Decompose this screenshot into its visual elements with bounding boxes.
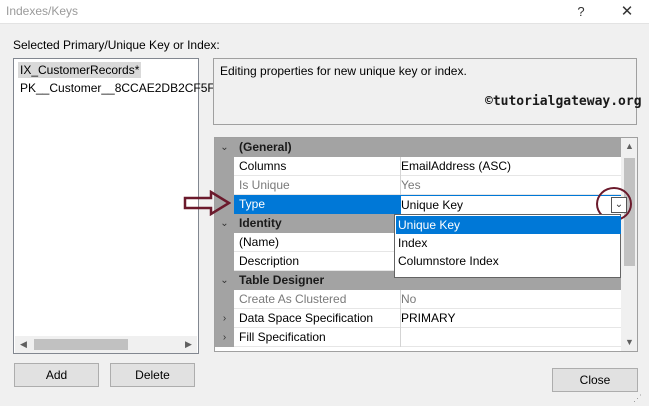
value-text: PRIMARY [401, 311, 456, 325]
add-button[interactable]: Add [14, 363, 99, 387]
property-data-space[interactable]: › Data Space Specification PRIMARY [215, 309, 621, 328]
scroll-down-icon[interactable]: ▼ [621, 334, 637, 351]
help-button[interactable]: ? [566, 0, 596, 24]
property-is-unique[interactable]: Is Unique Yes [215, 176, 621, 195]
value-text: No [401, 292, 417, 306]
collapse-icon[interactable]: ⌄ [215, 271, 234, 290]
category-general[interactable]: ⌄ (General) [215, 138, 621, 157]
property-value[interactable]: Unique Key [400, 195, 623, 216]
property-columns[interactable]: Columns EmailAddress (ASC) [215, 157, 621, 176]
scroll-left-icon[interactable]: ◀ [15, 336, 32, 353]
key-item-ix-customerrecords[interactable]: IX_CustomerRecords* [18, 62, 142, 78]
expand-icon[interactable]: › [215, 309, 234, 328]
property-type[interactable]: Type Unique Key [215, 195, 623, 216]
dropdown-option[interactable]: Unique Key [396, 216, 621, 234]
property-name: Type [234, 195, 400, 214]
close-window-icon[interactable]: ✕ [612, 0, 642, 24]
property-name: Is Unique [239, 178, 290, 192]
row-gutter [215, 252, 234, 271]
dropdown-option[interactable]: Columnstore Index [396, 252, 621, 270]
property-value[interactable]: No [400, 290, 622, 309]
key-list[interactable]: IX_CustomerRecords* PK__Customer__8CCAE2… [13, 58, 215, 354]
row-gutter [215, 233, 234, 252]
category-label: Identity [239, 216, 282, 230]
collapse-icon[interactable]: ⌄ [215, 214, 234, 233]
delete-button[interactable]: Delete [110, 363, 195, 387]
resize-grip-icon[interactable]: ⋰ [633, 393, 645, 405]
row-gutter [215, 290, 234, 309]
property-name: Description [239, 254, 300, 268]
key-item-pk-customer[interactable]: PK__Customer__8CCAE2DB2CF5F [18, 80, 217, 96]
window-title: Indexes/Keys [6, 4, 79, 18]
property-fill-spec[interactable]: › Fill Specification [215, 328, 621, 347]
selected-key-label: Selected Primary/Unique Key or Index: [13, 38, 220, 52]
description-text: Editing properties for new unique key or… [220, 64, 467, 78]
dropdown-option[interactable]: Index [396, 234, 621, 252]
category-label: (General) [239, 140, 292, 154]
watermark: ©tutorialgateway.org [485, 94, 642, 109]
expand-icon[interactable]: › [215, 328, 234, 347]
title-bar: Indexes/Keys ? ✕ [0, 0, 649, 24]
property-value[interactable] [400, 328, 622, 347]
horizontal-scrollbar[interactable]: ◀ ▶ [15, 336, 197, 353]
property-value[interactable]: PRIMARY [400, 309, 622, 328]
annotation-arrow-icon [183, 190, 231, 216]
property-name: Data Space Specification [239, 311, 374, 325]
property-value[interactable]: EmailAddress (ASC) [400, 157, 622, 176]
description-box: Editing properties for new unique key or… [213, 58, 637, 125]
value-text: Unique Key [401, 198, 464, 212]
type-dropdown-list[interactable]: Unique Key Index Columnstore Index [394, 214, 621, 278]
value-text: EmailAddress (ASC) [401, 159, 512, 173]
property-value[interactable]: Yes [400, 176, 622, 195]
collapse-icon[interactable]: ⌄ [215, 138, 234, 157]
property-create-clustered[interactable]: Create As Clustered No [215, 290, 621, 309]
scroll-up-icon[interactable]: ▲ [621, 138, 637, 155]
value-text: Yes [401, 178, 421, 192]
scroll-right-icon[interactable]: ▶ [180, 336, 197, 353]
close-button[interactable]: Close [552, 368, 638, 392]
vertical-scrollbar[interactable]: ▲ ▼ [621, 138, 637, 351]
property-name: (Name) [239, 235, 280, 249]
property-name: Create As Clustered [239, 292, 347, 306]
property-name: Columns [239, 159, 287, 173]
property-name: Fill Specification [239, 330, 326, 344]
category-label: Table Designer [239, 273, 325, 287]
scroll-thumb[interactable] [34, 339, 128, 350]
row-gutter [215, 157, 234, 176]
